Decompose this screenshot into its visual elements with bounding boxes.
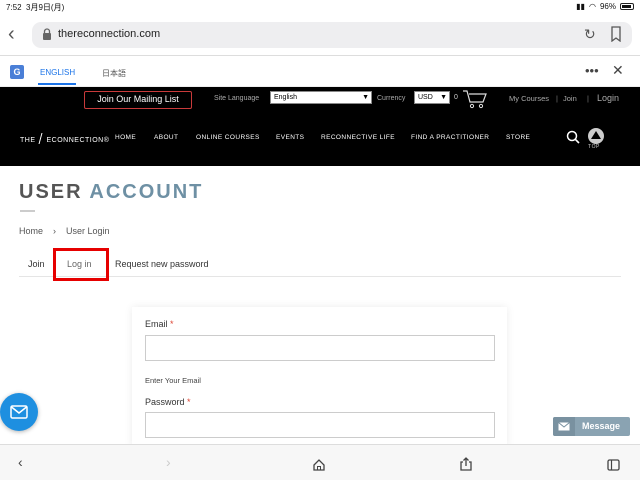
site-language-select[interactable]: English ▼ — [270, 91, 372, 104]
password-label-text: Password — [145, 397, 185, 407]
title-underline — [20, 210, 35, 212]
back-to-top-label: TOP — [588, 144, 600, 150]
url-field[interactable]: thereconnection.com ↻ — [32, 22, 632, 48]
site-language-value: English — [274, 94, 297, 101]
site-header: Join Our Mailing List Site Language Engl… — [0, 87, 640, 166]
nav-find-practitioner[interactable]: FIND A PRACTITIONER — [411, 134, 489, 141]
breadcrumb-separator: › — [53, 226, 56, 236]
breadcrumb-current: User Login — [66, 226, 110, 236]
nav-about[interactable]: ABOUT — [154, 134, 178, 141]
page-title-part2: ACCOUNT — [89, 181, 204, 203]
logo-registered: ® — [103, 137, 110, 144]
separator: | — [556, 94, 558, 103]
email-label: Email * — [145, 319, 174, 329]
site-language-label: Site Language — [214, 95, 260, 102]
email-help-text: Enter Your Email — [145, 376, 201, 385]
lock-icon — [43, 28, 51, 40]
status-date: 3月9日(月) — [26, 3, 65, 12]
cart-icon[interactable] — [462, 89, 488, 109]
password-field[interactable] — [145, 412, 495, 438]
dropdown-arrow-icon: ▼ — [440, 94, 447, 101]
mailing-list-button[interactable]: Join Our Mailing List — [84, 91, 192, 109]
tab-login[interactable]: Log in — [67, 259, 92, 269]
cart-count: 0 — [454, 94, 458, 101]
reload-icon[interactable]: ↻ — [584, 26, 596, 43]
login-link[interactable]: Login — [597, 93, 619, 103]
nav-home[interactable]: HOME — [115, 134, 136, 141]
toolbar-back-icon[interactable]: ‹ — [18, 454, 23, 472]
email-field[interactable] — [145, 335, 495, 361]
battery-percent: 96% — [599, 2, 616, 11]
status-bar: 7:52 3月9日(月) ▮▮ ◠ 96% — [0, 0, 640, 14]
password-label: Password * — [145, 397, 191, 407]
search-icon[interactable] — [566, 130, 580, 144]
translate-bar: G ENGLISH 日本語 ••• ✕ — [0, 57, 640, 87]
translate-tab-english[interactable]: ENGLISH — [40, 68, 75, 77]
currency-value: USD — [418, 94, 433, 101]
home-icon[interactable] — [313, 456, 325, 474]
required-mark: * — [187, 397, 191, 407]
nav-store[interactable]: STORE — [506, 134, 530, 141]
join-link[interactable]: Join — [563, 94, 577, 103]
tabs-divider — [19, 276, 621, 277]
message-label: Message — [582, 421, 621, 431]
tabs-icon[interactable] — [607, 456, 620, 474]
breadcrumb-home[interactable]: Home — [19, 226, 43, 236]
logo-suffix: ECONNECTION — [46, 137, 104, 144]
mail-fab-button[interactable] — [0, 393, 38, 431]
email-label-text: Email — [145, 319, 168, 329]
site-logo[interactable]: THE ECONNECTION® — [20, 133, 109, 144]
toolbar-forward-icon[interactable]: › — [166, 454, 171, 472]
message-button[interactable]: Message — [553, 417, 630, 436]
status-time: 7:52 — [6, 3, 22, 12]
close-icon[interactable]: ✕ — [612, 62, 624, 79]
tab-request-password[interactable]: Request new password — [115, 259, 209, 269]
page-title-part1: USER — [19, 181, 83, 203]
separator: | — [587, 94, 589, 103]
logo-prefix: THE — [20, 137, 36, 144]
nav-reconnective-life[interactable]: RECONNECTIVE LIFE — [321, 134, 395, 141]
translate-tab-japanese[interactable]: 日本語 — [102, 68, 126, 79]
envelope-icon — [558, 422, 570, 431]
signal-icon: ▮▮ — [576, 2, 585, 11]
wifi-icon: ◠ — [589, 2, 596, 11]
currency-select[interactable]: USD ▼ — [414, 91, 450, 104]
url-text: thereconnection.com — [58, 28, 161, 40]
dropdown-arrow-icon: ▼ — [362, 94, 369, 101]
google-translate-icon: G — [10, 65, 24, 79]
active-tab-indicator — [38, 83, 76, 85]
mail-icon — [10, 405, 28, 419]
share-icon[interactable] — [460, 455, 472, 473]
currency-label: Currency — [377, 95, 406, 102]
more-options-icon[interactable]: ••• — [585, 63, 599, 78]
browser-toolbar: ‹ › — [0, 444, 640, 480]
bookmark-icon[interactable] — [610, 26, 622, 42]
browser-back-icon[interactable]: ‹ — [8, 24, 24, 44]
tab-join[interactable]: Join — [28, 259, 45, 269]
browser-address-bar: ‹ thereconnection.com ↻ — [0, 14, 640, 56]
battery-icon — [620, 3, 634, 10]
nav-online-courses[interactable]: ONLINE COURSES — [196, 134, 260, 141]
nav-events[interactable]: EVENTS — [276, 134, 304, 141]
my-courses-link[interactable]: My Courses — [509, 94, 549, 103]
page-title: USER ACCOUNT — [19, 181, 203, 204]
required-mark: * — [170, 319, 174, 329]
